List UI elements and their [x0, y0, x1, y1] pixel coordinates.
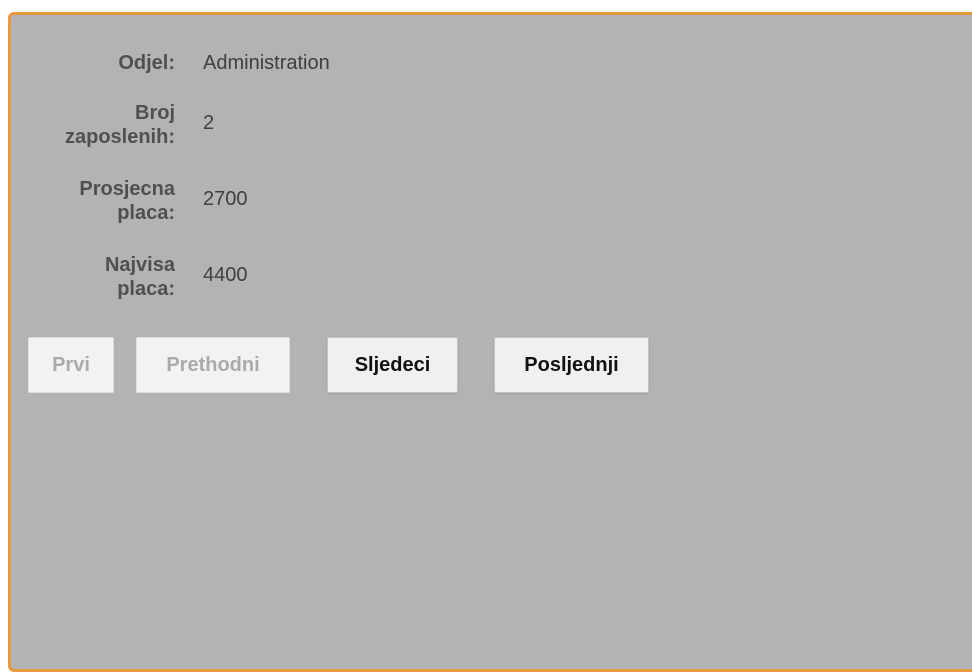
department-label-text: Odjel: [118, 52, 175, 74]
department-row: Odjel: Administration [23, 41, 330, 85]
employee-count-label-line2: zaposlenih: [64, 126, 175, 148]
employee-count-label-line1: Broj [135, 102, 175, 124]
last-button[interactable]: Posljednji [494, 337, 649, 393]
max-salary-label-line1: Najvisa [104, 254, 175, 276]
max-salary-label: Najvisa placa: [23, 237, 175, 313]
previous-button[interactable]: Prethodni [136, 337, 290, 393]
employee-count-label: Broj zaposlenih: [23, 85, 175, 161]
employee-count-row: Broj zaposlenih: 2 [23, 85, 330, 161]
department-panel: Odjel: Administration Broj zaposlenih: 2… [8, 12, 972, 672]
average-salary-row: Prosjecna placa: 2700 [23, 161, 330, 237]
employee-count-value: 2 [203, 112, 215, 134]
average-salary-label-line1: Prosjecna [79, 178, 175, 200]
first-button[interactable]: Prvi [28, 337, 114, 393]
department-value: Administration [203, 52, 330, 74]
department-label: Odjel: [23, 41, 175, 85]
next-button[interactable]: Sljedeci [327, 337, 458, 393]
max-salary-row: Najvisa placa: 4400 [23, 237, 330, 313]
max-salary-value: 4400 [203, 264, 248, 286]
average-salary-label: Prosjecna placa: [23, 161, 175, 237]
max-salary-label-line2: placa: [117, 278, 175, 300]
average-salary-label-line2: placa: [117, 202, 175, 224]
average-salary-value: 2700 [203, 188, 248, 210]
department-info-table: Odjel: Administration Broj zaposlenih: 2… [23, 41, 330, 313]
